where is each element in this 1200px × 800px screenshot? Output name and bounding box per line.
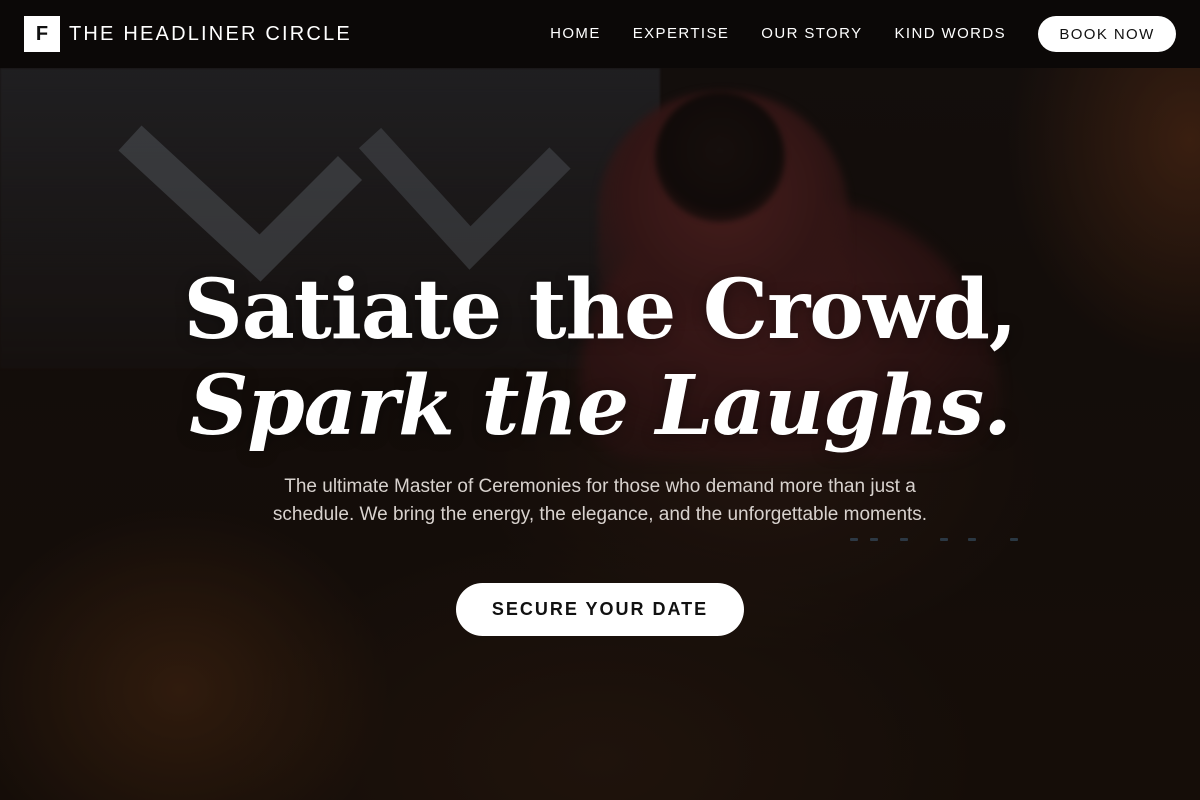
top-navbar: F THE HEADLINER CIRCLE HOME EXPERTISE OU…	[0, 0, 1200, 68]
hero-subtitle: The ultimate Master of Ceremonies for th…	[272, 476, 928, 525]
main-nav: HOME EXPERTISE OUR STORY KIND WORDS	[550, 22, 1006, 46]
nav-link-kind-words[interactable]: KIND WORDS	[895, 22, 1007, 46]
nav-link-our-story[interactable]: OUR STORY	[761, 22, 862, 46]
nav-link-expertise[interactable]: EXPERTISE	[633, 22, 730, 46]
book-now-button[interactable]: BOOK NOW	[1038, 16, 1176, 52]
secure-your-date-button[interactable]: SECURE YOUR DATE	[456, 583, 744, 636]
brand-name[interactable]: THE HEADLINER CIRCLE	[69, 22, 352, 46]
hero-headline-line2: Spark the Laughs.	[189, 358, 1012, 454]
hero-headline-line1: Satiate the Crowd,	[183, 262, 1018, 358]
nav-link-home[interactable]: HOME	[550, 22, 601, 46]
brand-logo[interactable]: F	[24, 16, 60, 52]
